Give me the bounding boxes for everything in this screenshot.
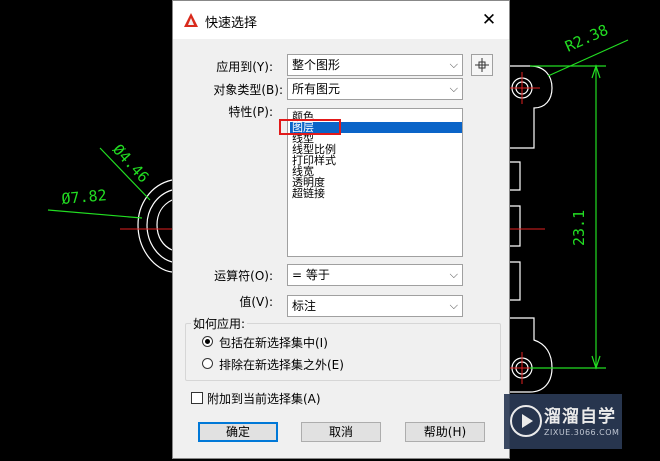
object-type-value: 所有图元 [292, 82, 341, 96]
property-item-hyperlink[interactable]: 超链接 [290, 188, 462, 199]
append-label[interactable]: 附加到当前选择集(A) [207, 390, 321, 407]
watermark-sub: ZIXUE.3066.COM [544, 428, 620, 437]
close-button[interactable]: ✕ [479, 10, 499, 30]
cancel-button[interactable]: 取消 [301, 422, 381, 442]
include-radio[interactable] [202, 336, 213, 347]
property-item-plot-style[interactable]: 打印样式 [290, 155, 462, 166]
value-label: 值(V): [239, 295, 273, 309]
autocad-icon [184, 13, 198, 27]
include-label[interactable]: 包括在新选择集中(I) [219, 334, 328, 351]
quick-select-dialog: 快速选择 ✕ 应用到(Y): 整个图形 ⌵ 对象类型(B): 所有图元 ⌵ 特性… [172, 0, 510, 459]
exclude-radio[interactable] [202, 358, 213, 369]
operator-label: 运算符(O): [214, 269, 273, 283]
dim-length: 23.1 [570, 210, 588, 246]
ok-button[interactable]: 确定 [198, 422, 278, 442]
operator-select[interactable]: = 等于 ⌵ [287, 264, 463, 286]
object-type-label: 对象类型(B): [213, 83, 283, 97]
watermark-text: 溜溜自学 [544, 407, 616, 427]
how-to-apply-label: 如何应用: [191, 315, 248, 332]
highlight-box [279, 119, 341, 135]
value-select[interactable]: 标注 ⌵ [287, 295, 463, 317]
left-part-outline [137, 179, 173, 273]
value-value: 标注 [292, 299, 317, 313]
dialog-title: 快速选择 [205, 16, 258, 31]
help-button[interactable]: 帮助(H) [405, 422, 485, 442]
object-type-select[interactable]: 所有图元 ⌵ [287, 78, 463, 100]
append-checkbox[interactable] [191, 392, 203, 404]
apply-to-value: 整个图形 [292, 58, 341, 72]
play-logo-icon [510, 405, 542, 437]
apply-to-label: 应用到(Y): [216, 60, 273, 74]
chevron-down-icon: ⌵ [449, 299, 458, 312]
chevron-down-icon: ⌵ [449, 82, 458, 95]
exclude-label[interactable]: 排除在新选择集之外(E) [219, 356, 344, 373]
apply-to-select[interactable]: 整个图形 ⌵ [287, 54, 463, 76]
dim-diameter-large: Ø7.82 [61, 186, 108, 208]
chevron-down-icon: ⌵ [449, 58, 458, 71]
properties-label: 特性(P): [228, 105, 273, 119]
operator-value: = 等于 [292, 268, 330, 282]
watermark: 溜溜自学 ZIXUE.3066.COM [504, 394, 622, 449]
select-objects-button[interactable] [471, 54, 493, 76]
crosshair-icon [475, 58, 489, 72]
title-bar: 快速选择 ✕ [173, 1, 509, 39]
chevron-down-icon: ⌵ [449, 268, 458, 281]
